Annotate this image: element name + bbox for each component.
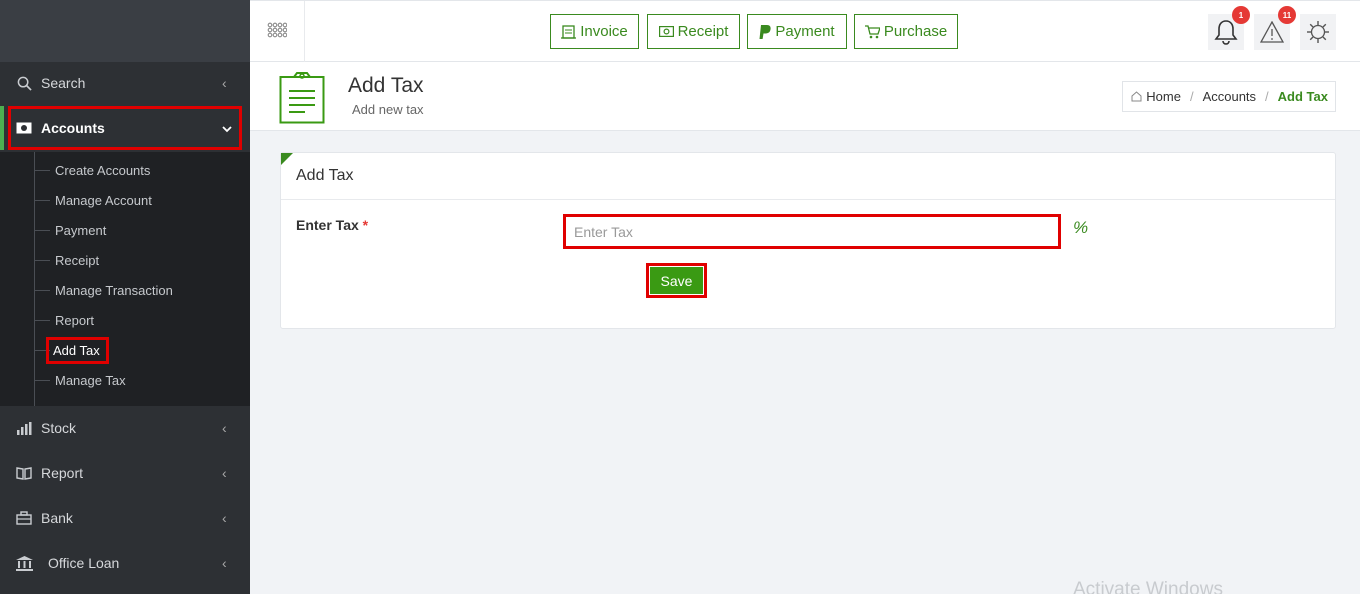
payment-button[interactable]: Payment <box>747 14 847 49</box>
topbar: Invoice Receipt Payment Purchase 1 11 <box>250 0 1360 62</box>
tax-field-label: Enter Tax * <box>296 217 368 233</box>
invoice-label: Invoice <box>580 23 628 40</box>
sidebar-item-report[interactable]: Report ‹ <box>0 451 250 495</box>
card-title: Add Tax <box>281 153 1335 200</box>
sidebar-item-bank[interactable]: Bank ‹ <box>0 496 250 540</box>
tax-field-label-text: Enter Tax <box>296 217 359 233</box>
page-header: Add Tax Add new tax Home / Accounts / Ad… <box>250 62 1360 131</box>
submenu-label: Create Accounts <box>55 162 151 178</box>
add-tax-card: Add Tax Enter Tax * % Save <box>280 152 1336 329</box>
chevron-left-icon: ‹ <box>222 510 227 526</box>
submenu-label: Manage Tax <box>55 372 126 388</box>
apps-grid-button[interactable] <box>250 1 305 62</box>
receipt-button[interactable]: Receipt <box>647 14 740 49</box>
submenu-item-create-accounts[interactable]: Create Accounts <box>34 155 150 185</box>
money-icon <box>658 26 674 37</box>
chevron-left-icon: ‹ <box>222 420 227 436</box>
alerts-button[interactable]: 11 <box>1254 6 1296 50</box>
active-indicator <box>0 106 4 150</box>
payment-label: Payment <box>775 23 835 40</box>
receipt-label: Receipt <box>677 23 729 40</box>
sidebar: Search ‹ Accounts Create Accounts Manage… <box>0 0 250 594</box>
invoice-button[interactable]: Invoice <box>550 14 639 49</box>
gear-icon <box>1307 21 1329 43</box>
submenu-item-add-tax[interactable]: Add Tax <box>34 335 109 365</box>
sidebar-logo-area <box>0 0 250 62</box>
home-icon <box>1131 91 1142 102</box>
submenu-label: Payment <box>55 222 107 238</box>
required-mark: * <box>362 217 369 233</box>
breadcrumb: Home / Accounts / Add Tax <box>1122 81 1336 112</box>
submenu-item-payment[interactable]: Payment <box>34 215 106 245</box>
breadcrumb-accounts[interactable]: Accounts <box>1203 89 1256 104</box>
sidebar-item-label: Report <box>41 465 84 481</box>
sidebar-item-label: Search <box>41 75 86 91</box>
sidebar-item-label: Office Loan <box>48 555 120 571</box>
notifications-button[interactable]: 1 <box>1208 6 1250 50</box>
submenu-item-manage-tax[interactable]: Manage Tax <box>34 365 126 395</box>
breadcrumb-separator: / <box>1265 89 1269 104</box>
notifications-badge: 1 <box>1232 6 1250 24</box>
purchase-button[interactable]: Purchase <box>854 14 958 49</box>
breadcrumb-separator: / <box>1189 89 1194 104</box>
settings-button[interactable] <box>1300 14 1336 50</box>
submenu-label: Manage Transaction <box>55 282 173 298</box>
card-corner-accent <box>281 153 293 165</box>
invoice-icon <box>561 24 577 39</box>
bell-icon <box>1214 20 1238 45</box>
breadcrumb-home[interactable]: Home <box>1146 89 1181 104</box>
chevron-left-icon: ‹ <box>222 555 227 571</box>
save-highlight-box: Save <box>646 263 707 298</box>
tax-input[interactable] <box>563 214 1061 249</box>
submenu-label: Report <box>55 312 95 328</box>
submenu-label: Receipt <box>55 252 100 268</box>
grid-icon <box>267 22 287 37</box>
warning-icon <box>1260 21 1284 43</box>
sidebar-item-label: Stock <box>41 420 77 436</box>
submenu-label: Manage Account <box>55 192 152 208</box>
chevron-left-icon: ‹ <box>222 75 227 91</box>
percent-unit: % <box>1073 218 1089 237</box>
book-icon <box>15 465 33 481</box>
activate-windows-watermark: Activate Windows <box>1073 579 1223 594</box>
page-subtitle: Add new tax <box>352 102 424 117</box>
save-button[interactable]: Save <box>650 267 703 294</box>
bank-building-icon <box>15 555 33 571</box>
bar-chart-icon <box>15 420 33 436</box>
sidebar-item-office-loan[interactable]: Office Loan ‹ <box>0 541 250 585</box>
cart-icon <box>864 24 880 38</box>
briefcase-icon <box>15 510 33 526</box>
accounts-submenu: Create Accounts Manage Account Payment R… <box>0 152 250 406</box>
page-title: Add Tax <box>348 74 424 97</box>
sidebar-item-search[interactable]: Search ‹ <box>0 61 250 105</box>
submenu-item-receipt[interactable]: Receipt <box>34 245 99 275</box>
alerts-badge: 11 <box>1278 6 1296 24</box>
clipboard-icon <box>279 72 325 124</box>
highlight-box <box>8 106 242 150</box>
sidebar-item-accounts[interactable]: Accounts <box>0 106 250 150</box>
submenu-item-report[interactable]: Report <box>34 305 94 335</box>
submenu-item-manage-transaction[interactable]: Manage Transaction <box>34 275 173 305</box>
breadcrumb-current: Add Tax <box>1277 89 1328 104</box>
sidebar-item-stock[interactable]: Stock ‹ <box>0 406 250 450</box>
sidebar-item-label: Bank <box>41 510 73 526</box>
submenu-label: Add Tax <box>46 336 109 364</box>
purchase-label: Purchase <box>883 23 948 40</box>
search-icon <box>15 75 33 91</box>
submenu-item-manage-account[interactable]: Manage Account <box>34 185 152 215</box>
chevron-left-icon: ‹ <box>222 465 227 481</box>
paypal-icon <box>759 24 772 39</box>
